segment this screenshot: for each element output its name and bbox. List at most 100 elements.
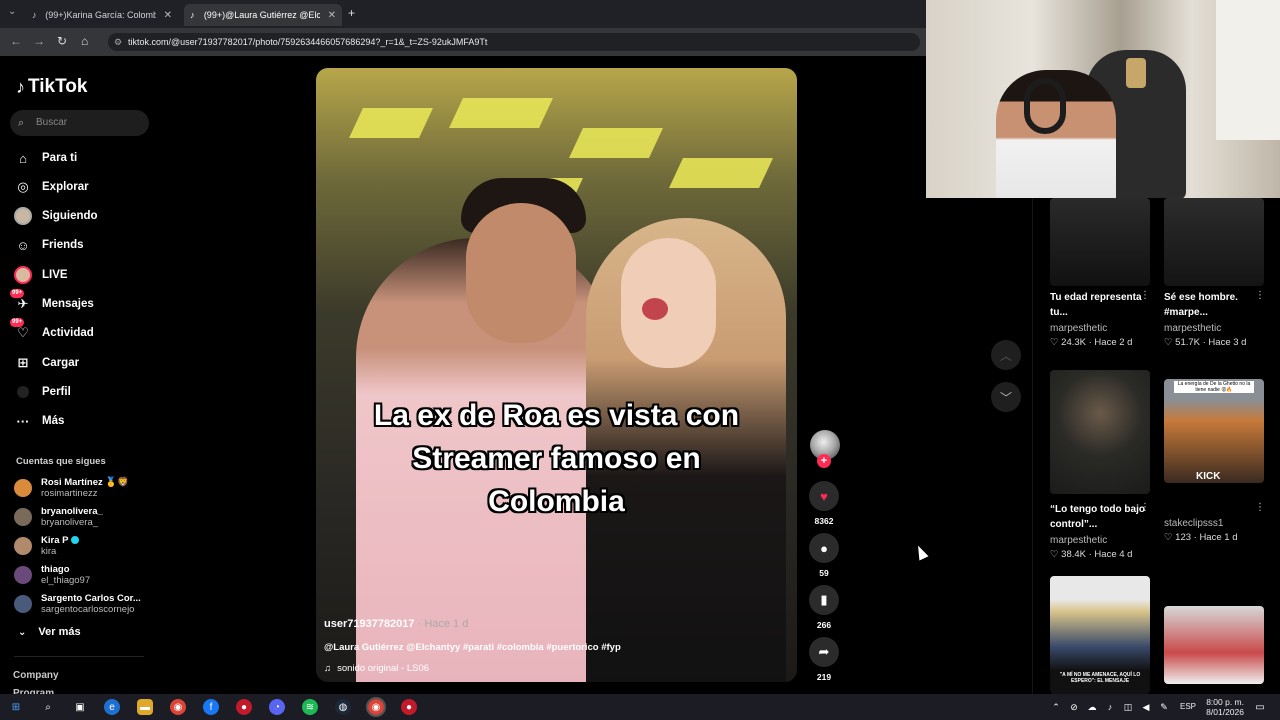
discord-icon[interactable]: ◔ — [269, 699, 285, 715]
like-button[interactable]: ♥ — [809, 481, 839, 511]
chair-logo — [1126, 58, 1146, 88]
more-options-icon[interactable]: ⋮ — [1140, 502, 1150, 513]
forward-icon[interactable]: → — [33, 34, 45, 48]
video-title[interactable]: Tu edad representa tu... — [1050, 290, 1145, 320]
heart-icon: ♥ — [820, 488, 828, 504]
facebook-icon[interactable]: f — [203, 699, 219, 715]
tray-icon[interactable]: ☁ — [1084, 699, 1100, 715]
video-title[interactable]: “Lo tengo todo bajo control”... — [1050, 502, 1145, 532]
notifications-icon[interactable]: ▭ — [1252, 699, 1268, 715]
tray-icon[interactable]: ⊘ — [1066, 699, 1082, 715]
clock-time: 8:00 p. m. — [1206, 697, 1244, 707]
video-username[interactable]: marpesthetic — [1164, 323, 1221, 334]
next-post-button[interactable]: ﹀ — [991, 382, 1021, 412]
home-icon[interactable]: ⌂ — [81, 34, 88, 48]
browser-tab-1-label: (99+)Karina García: Colombia's — [45, 10, 156, 20]
back-icon[interactable]: ← — [10, 34, 22, 48]
site-info-icon[interactable]: ⚙ — [114, 33, 122, 51]
nav-item-siguiendo[interactable]: Siguiendo — [14, 205, 98, 227]
thumbnail-caption: "A MÍ NO ME AMENACE, AQUÍ LO ESPERO": EL… — [1059, 672, 1141, 684]
close-icon[interactable]: ✕ — [164, 10, 172, 21]
video-thumbnail[interactable] — [1050, 198, 1150, 286]
more-options-icon[interactable]: ⋮ — [1255, 502, 1265, 513]
nav-item-mensajes[interactable]: ✈ 99+ Mensajes — [10, 289, 94, 315]
nav-item-friends[interactable]: ☺ Friends — [14, 234, 84, 256]
video-username[interactable]: marpesthetic — [1050, 323, 1107, 334]
language-indicator[interactable]: ESP — [1180, 702, 1196, 711]
volume-icon[interactable]: ◀ — [1138, 699, 1154, 715]
search-input[interactable]: ⌕ Buscar — [10, 110, 149, 136]
video-thumbnail[interactable]: La energía de De la Ghetto no la tiene n… — [1164, 379, 1264, 483]
nav-item-explorar[interactable]: ◎ Explorar — [14, 176, 88, 198]
share-icon: ➦ — [818, 644, 830, 659]
more-options-icon[interactable]: ⋮ — [1255, 290, 1265, 301]
nav-item-live[interactable]: LIVE — [14, 264, 68, 286]
previous-post-button[interactable]: ︿ — [991, 340, 1021, 370]
photo-face-woman — [621, 238, 716, 368]
nav-label: Friends — [42, 239, 84, 251]
video-stats: ♡ 24.3K · Hace 2 d — [1050, 337, 1133, 348]
avatar — [14, 537, 32, 555]
see-more-button[interactable]: ⌄ Ver más — [18, 626, 81, 638]
follow-plus-button[interactable]: + — [817, 454, 831, 468]
video-title[interactable]: Sé ese hombre. #marpe... — [1164, 290, 1259, 320]
following-account-1[interactable]: bryanolivera_ bryanolivera_ — [14, 504, 103, 530]
network-icon[interactable]: ◫ — [1120, 699, 1136, 715]
comment-button[interactable]: ● — [809, 533, 839, 563]
post-caption[interactable]: @Laura Gutiérrez @Elchantyy #parati #col… — [324, 642, 621, 653]
following-account-2[interactable]: Kira Pkira — [14, 533, 80, 559]
browser-tab-2[interactable]: ♪ (99+)@Laura Gutiérrez @Elchan ✕ — [184, 4, 342, 26]
video-username[interactable]: stakeclipsss1 — [1164, 518, 1223, 529]
nav-item-perfil[interactable]: Perfil — [14, 381, 71, 403]
share-button[interactable]: ➦ — [809, 637, 839, 667]
url-input[interactable]: ⚙ tiktok.com/@user71937782017/photo/7592… — [108, 33, 920, 51]
chrome-icon[interactable]: ◉ — [170, 699, 186, 715]
obs-icon[interactable]: ● — [401, 699, 417, 715]
steam-icon[interactable]: ◍ — [335, 699, 351, 715]
share-count: 219 — [816, 672, 832, 682]
file-explorer-icon[interactable]: ▬ — [137, 699, 153, 715]
nav-label: Para ti — [42, 152, 78, 164]
tab-list-icon[interactable]: ⌄ — [8, 6, 16, 17]
more-options-icon[interactable]: ⋮ — [1140, 290, 1150, 301]
nav-item-para-ti[interactable]: ⌂ Para ti — [14, 147, 77, 169]
post-sound[interactable]: ♫ sonido original - LS06 — [324, 663, 429, 674]
nav-item-cargar[interactable]: ⊞ Cargar — [14, 352, 80, 374]
microphone-icon[interactable]: ♪ — [1102, 699, 1118, 715]
chrome-active-icon[interactable]: ◉ — [366, 697, 386, 717]
search-icon[interactable]: ⌕ — [40, 699, 56, 715]
post-photo[interactable]: La ex de Roa es vista con Streamer famos… — [316, 68, 797, 682]
footer-link-company[interactable]: Company — [13, 670, 59, 681]
reload-icon[interactable]: ↻ — [57, 34, 67, 48]
system-clock[interactable]: 8:00 p. m. 8/01/2026 — [1206, 697, 1244, 717]
windows-start-icon[interactable]: ⊞ — [8, 699, 24, 715]
following-account-3[interactable]: thiago el_thiago97 — [14, 562, 90, 588]
post-author[interactable]: user71937782017 · Hace 1 d — [324, 618, 468, 630]
browser-tab-1[interactable]: ♪ (99+)Karina García: Colombia's ✕ — [26, 4, 178, 26]
app-icon[interactable]: ● — [236, 699, 252, 715]
spotify-icon[interactable]: ≋ — [302, 699, 318, 715]
task-view-icon[interactable]: ▣ — [72, 699, 88, 715]
logo-text: TikTok — [28, 76, 88, 97]
nav-item-actividad[interactable]: ♡ 99+ Actividad — [10, 318, 94, 344]
video-thumbnail[interactable]: "A MÍ NO ME AMENACE, AQUÍ LO ESPERO": EL… — [1050, 576, 1150, 694]
following-account-0[interactable]: Rosi Martínez 🥇🦁 rosimartinezz — [14, 475, 129, 501]
close-icon[interactable]: ✕ — [328, 10, 336, 21]
pen-icon[interactable]: ✎ — [1156, 699, 1172, 715]
show-hidden-icons-icon[interactable]: ⌃ — [1048, 699, 1064, 715]
following-account-4[interactable]: Sargento Carlos Cor... sargentocarloscorn… — [14, 591, 141, 617]
tiktok-favicon-icon: ♪ — [32, 10, 37, 20]
author-username[interactable]: user71937782017 — [324, 618, 415, 630]
chevron-down-icon: ﹀ — [999, 390, 1012, 405]
tiktok-favicon-icon: ♪ — [190, 10, 195, 20]
video-username[interactable]: marpesthetic — [1050, 535, 1107, 546]
video-thumbnail[interactable] — [1164, 198, 1264, 286]
nav-item-mas[interactable]: ··· Más — [14, 410, 65, 432]
nav-label: Cargar — [42, 357, 80, 369]
new-tab-button[interactable]: + — [348, 6, 355, 20]
edge-icon[interactable]: e — [104, 699, 120, 715]
tiktok-logo[interactable]: ♪ TikTok — [16, 76, 87, 98]
save-button[interactable]: ▮ — [809, 585, 839, 615]
video-thumbnail[interactable] — [1050, 370, 1150, 494]
video-thumbnail[interactable] — [1164, 606, 1264, 684]
